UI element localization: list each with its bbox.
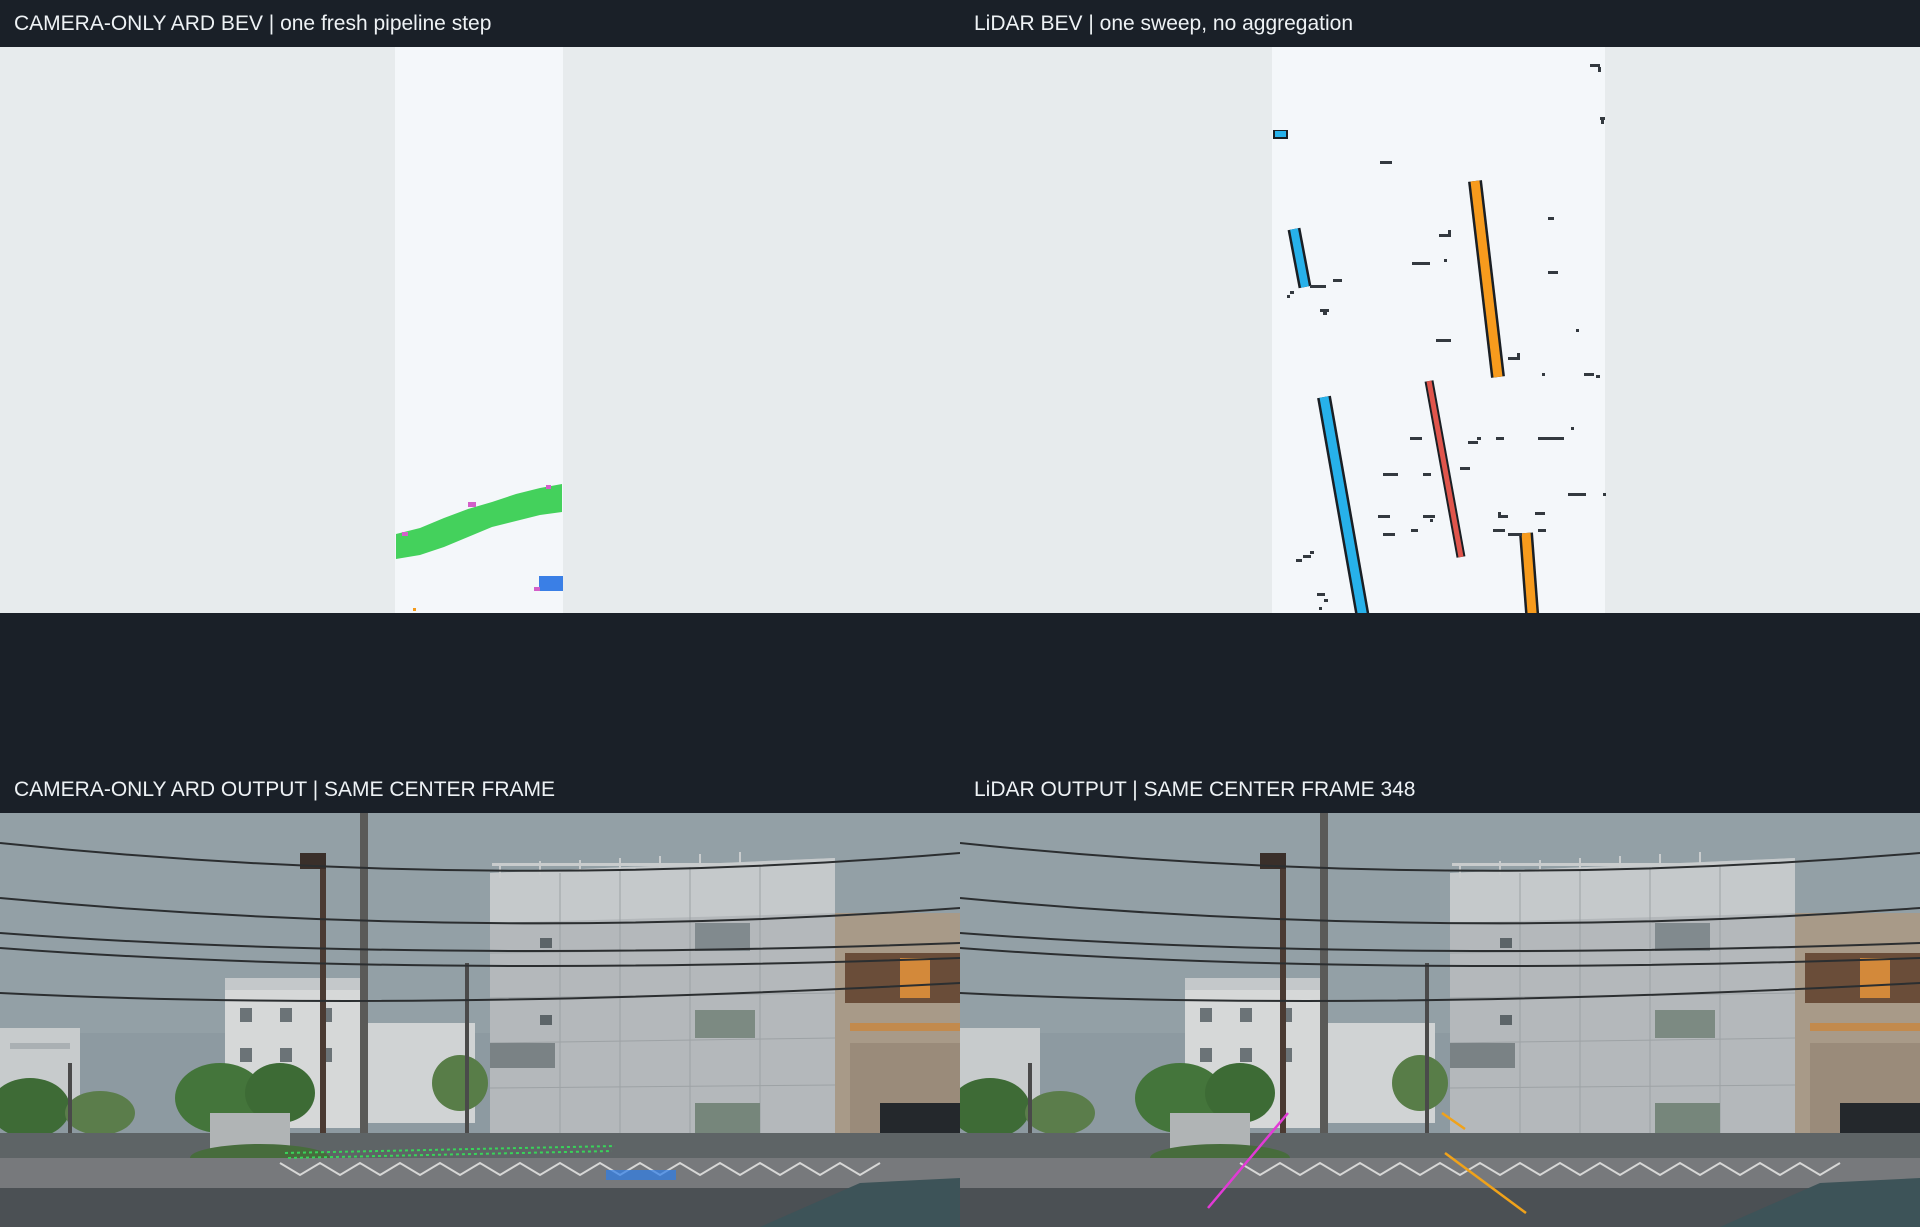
detection-box-blue [539,576,563,591]
camera-output-title: CAMERA-ONLY ARD OUTPUT | SAME CENTER FRA… [0,766,960,813]
bev-inner-strip [1272,47,1605,613]
lane-marker-magenta [468,502,476,507]
camera-bev-panel: CAMERA-ONLY ARD BEV | one fresh pipeline… [0,0,960,613]
lidar-output-title: LiDAR OUTPUT | SAME CENTER FRAME 348 [960,766,1920,813]
street-scene-photo [960,813,1920,1227]
detection-box-blue [1275,131,1286,137]
marker-orange [413,608,416,611]
camera-output-frame [0,813,960,1227]
lidar-output-panel: LiDAR OUTPUT | SAME CENTER FRAME 348 [960,766,1920,1227]
lane-marker-magenta [546,485,551,489]
camera-bev-title: CAMERA-ONLY ARD BEV | one fresh pipeline… [0,0,960,47]
camera-bev-canvas [0,47,960,613]
lidar-bev-canvas [960,47,1920,613]
camera-output-panel: CAMERA-ONLY ARD OUTPUT | SAME CENTER FRA… [0,766,960,1227]
crosswalk-overlay [606,1170,676,1180]
lidar-output-frame [960,813,1920,1227]
street-scene-photo [0,813,960,1227]
lidar-bev-panel: LiDAR BEV | one sweep, no aggregation [960,0,1920,613]
detection-box-magenta [534,587,540,591]
lidar-bev-title: LiDAR BEV | one sweep, no aggregation [960,0,1920,47]
lane-marker-magenta [402,532,408,536]
